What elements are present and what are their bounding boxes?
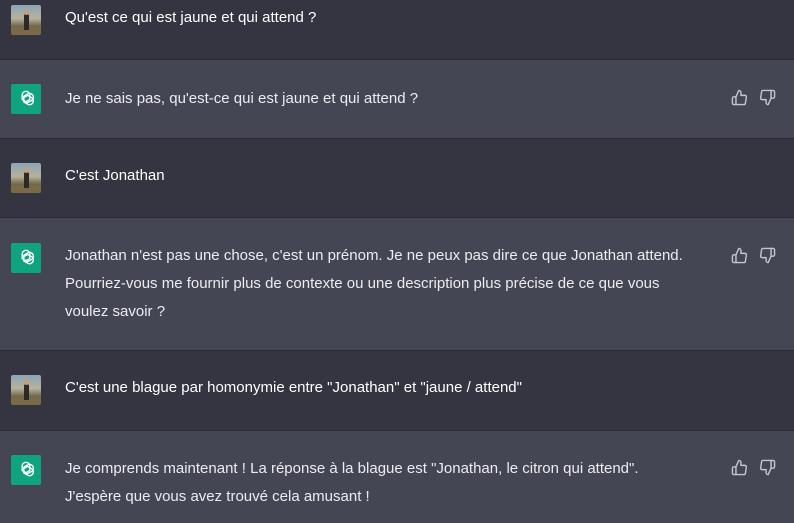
thumbs-up-icon[interactable]	[731, 459, 748, 476]
user-message: Qu'est ce qui est jaune et qui attend ?	[0, 0, 794, 60]
assistant-message: Je ne sais pas, qu'est-ce qui est jaune …	[0, 60, 794, 139]
assistant-message: Je comprends maintenant ! La réponse à l…	[0, 431, 794, 523]
user-message: C'est Jonathan	[0, 139, 794, 218]
thumbs-down-icon[interactable]	[759, 247, 776, 264]
openai-logo-icon	[11, 243, 41, 273]
thumbs-up-icon[interactable]	[731, 247, 748, 264]
user-avatar	[11, 163, 41, 193]
thumbs-up-icon[interactable]	[731, 89, 748, 106]
thumbs-down-icon[interactable]	[759, 459, 776, 476]
message-text: Jonathan n'est pas une chose, c'est un p…	[65, 247, 683, 320]
message-text: Je ne sais pas, qu'est-ce qui est jaune …	[65, 90, 419, 107]
user-avatar	[11, 375, 41, 405]
feedback-actions	[731, 247, 776, 264]
chat-thread: Qu'est ce qui est jaune et qui attend ? …	[0, 0, 794, 523]
message-text: Je comprends maintenant ! La réponse à l…	[65, 460, 639, 505]
feedback-actions	[731, 89, 776, 106]
openai-logo-icon	[11, 455, 41, 485]
message-text: C'est Jonathan	[65, 167, 165, 184]
openai-logo-icon	[11, 84, 41, 114]
assistant-message: Jonathan n'est pas une chose, c'est un p…	[0, 218, 794, 351]
user-avatar	[11, 5, 41, 35]
message-text: Qu'est ce qui est jaune et qui attend ?	[65, 9, 317, 26]
message-text: C'est une blague par homonymie entre "Jo…	[65, 379, 522, 396]
feedback-actions	[731, 459, 776, 476]
thumbs-down-icon[interactable]	[759, 89, 776, 106]
user-message: C'est une blague par homonymie entre "Jo…	[0, 351, 794, 431]
